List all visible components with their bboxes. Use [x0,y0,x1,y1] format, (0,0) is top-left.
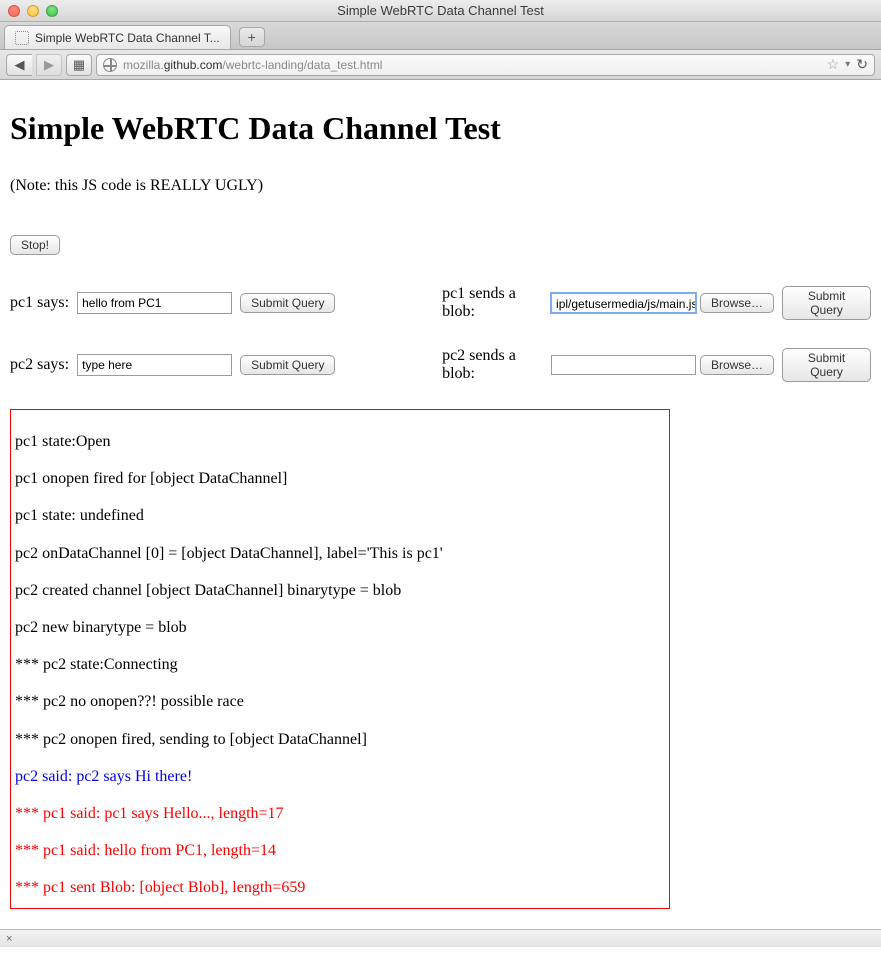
browser-tab[interactable]: Simple WebRTC Data Channel T... [4,25,231,49]
pc2-row: pc2 says: Submit Query pc2 sends a blob:… [10,347,871,383]
log-line: *** pc1 said: pc1 says Hello..., length=… [15,804,665,823]
page-content: Simple WebRTC Data Channel Test (Note: t… [0,80,881,929]
log-line: pc2 onDataChannel [0] = [object DataChan… [15,544,665,563]
plus-icon: + [248,29,256,45]
pc2-blob-file-field[interactable] [551,355,696,375]
bookmark-star-icon[interactable]: ☆ [827,56,840,73]
log-line: *** pc2 no onopen??! possible race [15,692,665,711]
globe-icon [103,58,117,72]
pc1-browse-button[interactable]: Browse… [700,293,774,313]
reload-button[interactable]: ↻ [856,56,868,73]
nav-toolbar: ◀ ▶ ▦ mozilla.github.com/webrtc-landing/… [0,50,881,80]
log-line: pc1 state: undefined [15,506,665,525]
close-window-button[interactable] [8,5,20,17]
url-text: mozilla.github.com/webrtc-landing/data_t… [123,58,382,72]
url-path: /webrtc-landing/data_test.html [222,58,382,72]
back-button[interactable]: ◀ [6,54,32,76]
pc1-says-input[interactable] [77,292,232,314]
log-line: pc2 new binarytype = blob [15,618,665,637]
stop-button[interactable]: Stop! [10,235,60,255]
log-output[interactable]: pc1 state:Open pc1 onopen fired for [obje… [10,409,670,909]
new-tab-button[interactable]: + [239,27,265,47]
favicon-placeholder-icon [15,31,29,45]
forward-arrow-icon: ▶ [44,57,54,73]
log-line: pc1 state:Open [15,432,665,451]
log-line: pc1 onopen fired for [object DataChannel… [15,469,665,488]
pc1-row: pc1 says: Submit Query pc1 sends a blob:… [10,285,871,321]
log-line: pc2 created channel [object DataChannel]… [15,581,665,600]
window-titlebar: Simple WebRTC Data Channel Test [0,0,881,22]
pc2-says-input[interactable] [77,354,232,376]
pc2-blob-label: pc2 sends a blob: [442,347,543,383]
traffic-lights [8,5,58,17]
url-subdomain: mozilla. [123,58,164,72]
page-note: (Note: this JS code is REALLY UGLY) [10,177,871,195]
forward-button[interactable]: ▶ [36,54,62,76]
pc2-says-submit-button[interactable]: Submit Query [240,355,335,375]
minimize-window-button[interactable] [27,5,39,17]
pc1-says-label: pc1 says: [10,294,69,312]
pc1-blob-label: pc1 sends a blob: [442,285,543,321]
log-line: pc2 said: pc2 says Hi there! [15,767,665,786]
page-heading: Simple WebRTC Data Channel Test [10,110,871,147]
pc1-blob-file-field[interactable]: ipl/getusermedia/js/main.js [551,293,696,313]
tab-groups-button[interactable]: ▦ [66,54,92,76]
url-dropdown-icon[interactable]: ▾ [845,59,850,70]
back-arrow-icon: ◀ [15,57,25,73]
status-bar: × [0,929,881,947]
tab-groups-icon: ▦ [73,57,85,73]
zoom-window-button[interactable] [46,5,58,17]
window-title: Simple WebRTC Data Channel Test [0,3,881,18]
url-domain: github.com [164,58,223,72]
tab-title: Simple WebRTC Data Channel T... [35,31,220,45]
tab-strip: Simple WebRTC Data Channel T... + [0,22,881,50]
pc1-blob-submit-button[interactable]: Submit Query [782,286,871,320]
log-line: *** pc2 onopen fired, sending to [object… [15,730,665,749]
pc2-blob-submit-button[interactable]: Submit Query [782,348,871,382]
log-line: *** pc1 said: hello from PC1, length=14 [15,841,665,860]
statusbar-close-icon[interactable]: × [6,933,12,945]
pc2-says-label: pc2 says: [10,356,69,374]
log-line: *** pc2 state:Connecting [15,655,665,674]
pc1-says-submit-button[interactable]: Submit Query [240,293,335,313]
url-bar[interactable]: mozilla.github.com/webrtc-landing/data_t… [96,54,875,76]
log-line: *** pc1 sent Blob: [object Blob], length… [15,878,665,897]
pc2-browse-button[interactable]: Browse… [700,355,774,375]
